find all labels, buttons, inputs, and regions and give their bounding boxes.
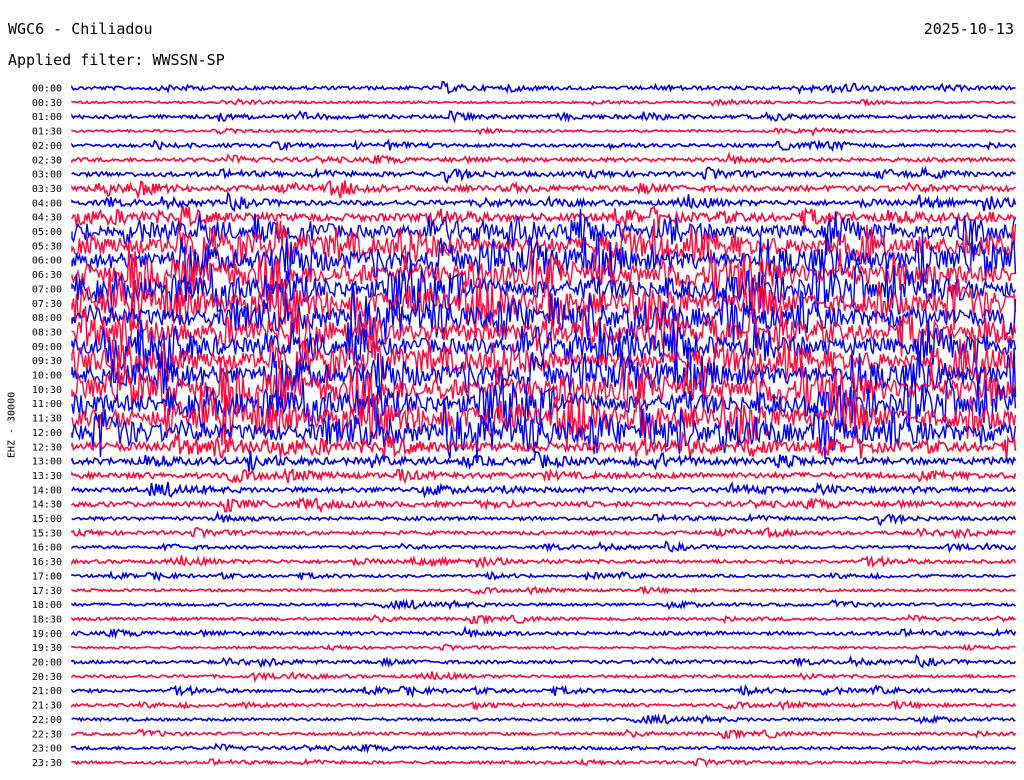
- y-tick-label: 00:00: [32, 84, 62, 95]
- y-tick-label: 12:30: [32, 442, 62, 453]
- trace-line: [71, 540, 1017, 554]
- trace-line: [71, 151, 1016, 166]
- y-tick-label: 02:00: [32, 141, 62, 152]
- trace-line: [71, 97, 1016, 108]
- trace-line: [71, 138, 1017, 152]
- trace-line: [71, 554, 1017, 569]
- y-tick-label: 22:30: [32, 729, 62, 740]
- y-tick-label: 11:00: [32, 399, 62, 410]
- y-tick-label: 15:30: [32, 528, 62, 539]
- y-tick-label: 20:30: [32, 672, 62, 683]
- y-tick-label: 06:30: [32, 270, 62, 281]
- trace-line: [71, 481, 1016, 499]
- y-tick-label: 18:30: [32, 614, 62, 625]
- trace-line: [71, 613, 1016, 625]
- y-tick-label: 12:00: [32, 428, 62, 439]
- trace-line: [71, 584, 1016, 596]
- y-tick-label: 20:00: [32, 658, 62, 669]
- trace-line: [71, 110, 1016, 124]
- y-tick-label: 14:30: [32, 500, 62, 511]
- y-tick-label: 15:00: [32, 514, 62, 525]
- y-tick-label: 10:30: [32, 385, 62, 396]
- y-tick-label: 21:00: [32, 686, 62, 697]
- y-tick-label: 18:00: [32, 600, 62, 611]
- y-tick-label: 11:30: [32, 414, 62, 425]
- y-tick-label: 07:30: [32, 299, 62, 310]
- y-tick-label: 10:00: [32, 371, 62, 382]
- y-tick-label: 09:30: [32, 356, 62, 367]
- y-tick-label: 07:00: [32, 284, 62, 295]
- y-tick-label: 21:30: [32, 701, 62, 712]
- trace-line: [71, 713, 1016, 726]
- y-tick-label: 23:30: [32, 758, 62, 769]
- y-tick-label: 01:00: [32, 112, 62, 123]
- y-tick-label: 08:00: [32, 313, 62, 324]
- y-tick-label: 09:00: [32, 342, 62, 353]
- y-tick-label: 16:00: [32, 543, 62, 554]
- trace-line: [71, 698, 1017, 712]
- trace-line: [71, 757, 1017, 768]
- trace-line: [71, 570, 1016, 582]
- y-tick-label: 19:30: [32, 643, 62, 654]
- y-tick-label: 13:30: [32, 471, 62, 482]
- y-tick-label: 08:30: [32, 327, 62, 338]
- tick-label-group: 00:00 00:30 01:00 01:30 02:00 02:30 03:00 03:30…: [32, 84, 62, 769]
- trace-line: [71, 80, 1016, 95]
- trace-line: [71, 510, 1017, 527]
- trace-line: [71, 625, 1017, 640]
- trace-group: [71, 80, 1017, 768]
- y-tick-label: 02:30: [32, 155, 62, 166]
- trace-line: [71, 742, 1017, 754]
- y-tick-label: 05:00: [32, 227, 62, 238]
- y-tick-label: 05:30: [32, 241, 62, 252]
- trace-line: [71, 598, 1016, 611]
- trace-line: [71, 190, 1017, 213]
- trace-line: [71, 526, 1016, 540]
- y-tick-label: 23:00: [32, 744, 62, 755]
- trace-line: [71, 496, 1017, 514]
- trace-line: [71, 165, 1016, 184]
- y-tick-label: 13:00: [32, 457, 62, 468]
- y-tick-label: 04:30: [32, 213, 62, 224]
- trace-line: [71, 467, 1017, 485]
- trace-line: [71, 179, 1016, 200]
- y-tick-label: 03:00: [32, 170, 62, 181]
- y-tick-label: 17:00: [32, 571, 62, 582]
- trace-line: [71, 654, 1017, 669]
- y-tick-label: 14:00: [32, 485, 62, 496]
- helicorder-plot: 00:00 00:30 01:00 01:30 02:00 02:30 03:00 03:30…: [32, 80, 1017, 769]
- y-tick-label: 06:00: [32, 256, 62, 267]
- trace-line: [71, 643, 1016, 652]
- trace-line: [71, 671, 1017, 683]
- trace-line: [71, 684, 1016, 699]
- y-tick-label: 17:30: [32, 586, 62, 597]
- trace-line: [71, 728, 1017, 740]
- trace-line: [71, 126, 1016, 138]
- y-tick-label: 19:00: [32, 629, 62, 640]
- y-tick-label: 03:30: [32, 184, 62, 195]
- y-tick-label: 22:00: [32, 715, 62, 726]
- y-tick-label: 00:30: [32, 98, 62, 109]
- y-tick-label: 04:00: [32, 198, 62, 209]
- y-tick-label: 16:30: [32, 557, 62, 568]
- y-tick-label: 01:30: [32, 127, 62, 138]
